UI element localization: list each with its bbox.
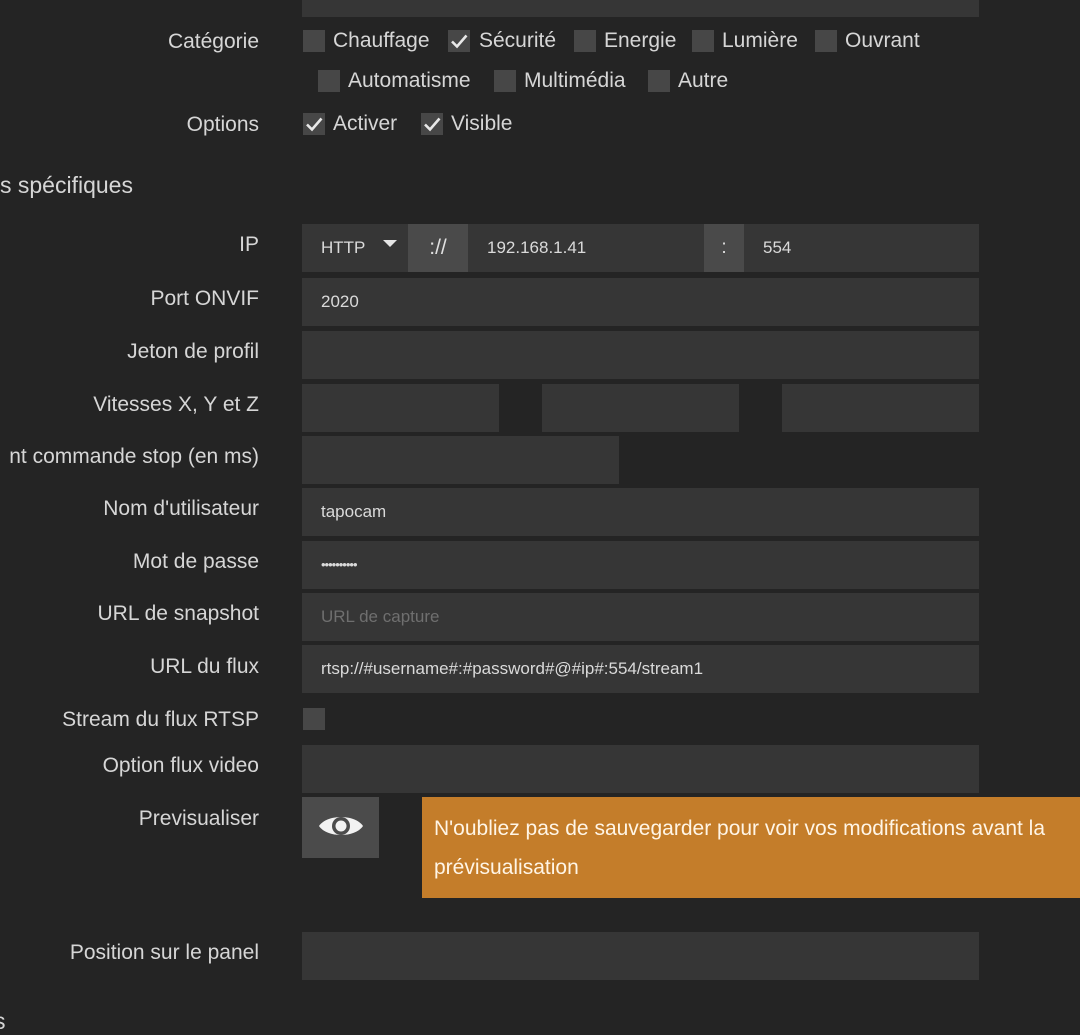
- speed-x-input[interactable]: [302, 384, 499, 432]
- category-label: Catégorie: [167, 30, 259, 53]
- onvif-port-label: Port ONVIF: [150, 287, 259, 310]
- save-reminder-alert: N'oubliez pas de sauvegarder pour voir v…: [422, 797, 1080, 898]
- checkbox-visible[interactable]: [421, 113, 443, 135]
- ip-address-input[interactable]: 192.168.1.41: [468, 224, 704, 272]
- username-label: Nom d'utilisateur: [103, 497, 259, 520]
- check-icon: [424, 117, 441, 132]
- bottom-section-title: s: [0, 1008, 6, 1035]
- rtsp-stream-checkbox[interactable]: [303, 708, 325, 730]
- checkbox-label-activer: Activer: [333, 112, 398, 135]
- checkbox-label-autre: Autre: [678, 69, 729, 92]
- eye-icon: [319, 817, 363, 835]
- checkbox-label-ouvrant: Ouvrant: [845, 29, 920, 52]
- stream-url-input[interactable]: rtsp://#username#:#password#@#ip#:554/st…: [302, 645, 979, 693]
- protocol-separator: ://: [408, 224, 468, 272]
- stop-command-input[interactable]: [302, 436, 619, 484]
- speed-z-input[interactable]: [782, 384, 979, 432]
- checkbox-activer[interactable]: [303, 113, 325, 135]
- ip-port-input[interactable]: 554: [744, 224, 979, 272]
- checkbox-label-chauffage: Chauffage: [333, 29, 430, 52]
- chevron-down-icon: [383, 240, 397, 247]
- stop-command-label: nt commande stop (en ms): [9, 445, 259, 468]
- port-separator: :: [704, 224, 744, 272]
- stream-url-label: URL du flux: [150, 655, 259, 678]
- video-option-label: Option flux video: [102, 754, 259, 777]
- protocol-select-value: HTTP: [321, 238, 366, 257]
- username-input[interactable]: tapocam: [302, 488, 979, 536]
- check-icon: [451, 34, 468, 49]
- checkbox-label-multimedia: Multimédia: [524, 69, 626, 92]
- section-title: s spécifiques: [0, 172, 133, 198]
- check-icon: [306, 117, 323, 132]
- profile-token-input[interactable]: [302, 331, 979, 379]
- checkbox-automatisme[interactable]: [318, 70, 340, 92]
- checkbox-ouvrant[interactable]: [815, 30, 837, 52]
- checkbox-chauffage[interactable]: [303, 30, 325, 52]
- panel-position-label: Position sur le panel: [69, 941, 259, 964]
- options-label: Options: [186, 113, 259, 136]
- checkbox-lumiere[interactable]: [692, 30, 714, 52]
- speed-y-input[interactable]: [542, 384, 739, 432]
- profile-token-label: Jeton de profil: [127, 340, 259, 363]
- onvif-port-input[interactable]: 2020: [302, 278, 979, 326]
- preview-label: Previsualiser: [138, 807, 259, 830]
- checkbox-securite[interactable]: [448, 30, 470, 52]
- checkbox-label-automatisme: Automatisme: [348, 69, 471, 92]
- snapshot-url-label: URL de snapshot: [97, 602, 260, 625]
- checkbox-label-lumiere: Lumière: [722, 29, 798, 52]
- speeds-label: Vitesses X, Y et Z: [93, 393, 259, 416]
- snapshot-url-input[interactable]: URL de capture: [302, 593, 979, 641]
- video-option-input[interactable]: [302, 745, 979, 793]
- checkbox-autre[interactable]: [648, 70, 670, 92]
- top-cut-field[interactable]: [302, 0, 979, 17]
- preview-button[interactable]: [302, 797, 379, 858]
- checkbox-energie[interactable]: [574, 30, 596, 52]
- checkbox-label-visible: Visible: [451, 112, 513, 135]
- password-label: Mot de passe: [132, 550, 259, 573]
- checkbox-multimedia[interactable]: [494, 70, 516, 92]
- ip-label: IP: [239, 233, 259, 256]
- protocol-select[interactable]: HTTP: [302, 224, 408, 272]
- rtsp-stream-label: Stream du flux RTSP: [62, 708, 259, 731]
- checkbox-label-energie: Energie: [604, 29, 677, 52]
- password-input[interactable]: ••••••••••: [302, 541, 979, 589]
- panel-position-input[interactable]: [302, 932, 979, 980]
- checkbox-label-securite: Sécurité: [479, 29, 557, 52]
